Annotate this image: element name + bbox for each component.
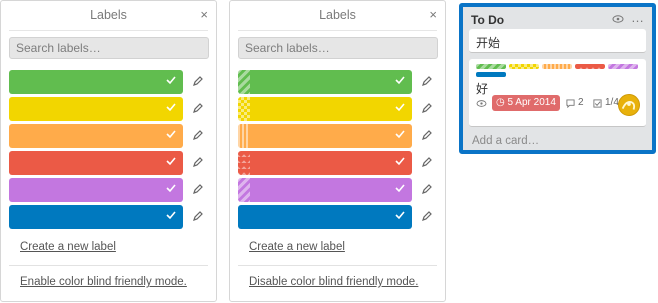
pencil-icon[interactable] [192,210,204,222]
due-date: 5 Apr 2014 [507,97,556,108]
pattern-vstripes [238,124,250,148]
label-swatch-orange[interactable] [9,124,183,148]
pencil-icon[interactable] [192,156,204,168]
label-row-red [9,151,209,175]
labels-popover-colorblind: Labels × Search labels… Create a new lab… [229,0,446,302]
card-title: 开始 [476,36,501,50]
label-row-green [238,70,438,94]
eye-icon [476,100,487,107]
divider [238,265,437,266]
popover-title: Labels [90,8,127,22]
card-label-yellow [509,64,539,69]
search-input[interactable]: Search labels… [238,37,438,59]
check-icon [166,184,176,193]
pencil-icon[interactable] [421,210,433,222]
check-icon [395,130,405,139]
labels-popover: Labels × Search labels… Create a new lab… [0,0,217,302]
avatar-image [621,101,636,110]
check-icon [166,211,176,220]
check-icon [395,184,405,193]
label-swatch-purple[interactable] [9,178,183,202]
label-row-purple [9,178,209,202]
search-input[interactable]: Search labels… [9,37,209,59]
label-swatch-green[interactable] [9,70,183,94]
checklist-icon [593,99,602,108]
check-icon [395,103,405,112]
close-icon[interactable]: × [200,8,208,22]
divider [238,30,437,31]
checklist-count: 1/4 [605,97,619,108]
create-label-link[interactable]: Create a new label [249,241,345,253]
check-icon [166,76,176,85]
add-card-link[interactable]: Add a card… [472,135,539,147]
clock-icon: ◷ [496,97,508,108]
comment-icon [566,99,575,108]
label-swatch-red[interactable] [9,151,183,175]
divider [9,265,208,266]
create-label-link[interactable]: Create a new label [20,241,116,253]
pencil-icon[interactable] [192,183,204,195]
label-row-blue [9,205,209,229]
avatar[interactable] [618,94,640,116]
label-row-yellow [9,97,209,121]
check-icon [166,130,176,139]
popover-title: Labels [319,8,356,22]
board-list: To Do … 开始 好 ◷ 5 Apr 2014 2 1/4 Add a ca… [459,3,656,154]
label-swatch-orange[interactable] [238,124,412,148]
pattern-checker [238,97,250,121]
label-row-blue [238,205,438,229]
card-label-orange [542,64,572,69]
colorblind-mode-link[interactable]: Enable color blind friendly mode. [20,276,187,288]
check-icon [395,211,405,220]
card-1[interactable]: 开始 [469,29,646,53]
comment-count: 2 [578,97,584,108]
divider [9,30,208,31]
card-label-purple [608,64,638,69]
label-swatch-green[interactable] [238,70,412,94]
due-date-badge: ◷ 5 Apr 2014 [492,95,560,111]
pencil-icon[interactable] [421,156,433,168]
card-label-green [476,64,506,69]
pencil-icon[interactable] [192,129,204,141]
pencil-icon[interactable] [192,75,204,87]
check-icon [395,157,405,166]
label-swatch-yellow[interactable] [238,97,412,121]
card-label-red [575,64,605,69]
pencil-icon[interactable] [192,102,204,114]
list-menu-icon[interactable]: … [631,10,644,25]
label-swatch-red[interactable] [238,151,412,175]
pattern-stripes [238,70,250,94]
label-swatch-blue[interactable] [9,205,183,229]
label-row-orange [238,124,438,148]
pencil-icon[interactable] [421,129,433,141]
label-row-yellow [238,97,438,121]
check-icon [395,76,405,85]
label-row-orange [9,124,209,148]
colorblind-mode-link[interactable]: Disable color blind friendly mode. [249,276,418,288]
check-icon [166,157,176,166]
pencil-icon[interactable] [421,183,433,195]
label-row-purple [238,178,438,202]
list-title: To Do [471,13,505,27]
pattern-stripes [238,178,250,202]
check-icon [166,103,176,112]
label-swatch-purple[interactable] [238,178,412,202]
eye-icon [612,15,624,23]
card-2[interactable]: 好 ◷ 5 Apr 2014 2 1/4 [469,59,646,127]
label-swatch-yellow[interactable] [9,97,183,121]
pencil-icon[interactable] [421,102,433,114]
label-row-red [238,151,438,175]
pattern-diamond [238,151,250,175]
label-swatch-blue[interactable] [238,205,412,229]
close-icon[interactable]: × [429,8,437,22]
card-label-blue [476,72,506,77]
pencil-icon[interactable] [421,75,433,87]
card-title: 好 [476,82,489,96]
label-row-green [9,70,209,94]
